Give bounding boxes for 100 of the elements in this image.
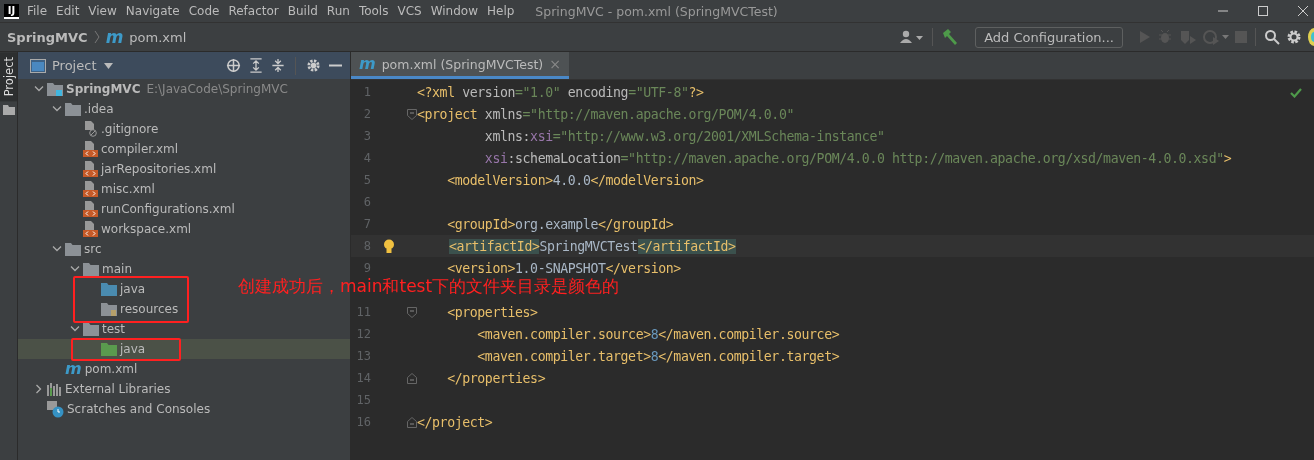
collapse-all-icon[interactable] — [271, 58, 285, 73]
expanded-chevron-icon[interactable] — [69, 266, 80, 272]
fold-icon[interactable] — [407, 108, 417, 120]
tree-item[interactable]: src — [18, 239, 106, 259]
menu-item[interactable]: Help — [487, 4, 515, 18]
xml-file-icon — [83, 161, 98, 177]
tree-item[interactable]: .gitignore — [18, 119, 163, 139]
tree-item[interactable]: resources — [18, 299, 183, 319]
tree-item[interactable]: runConfigurations.xml — [18, 199, 239, 219]
tree-item[interactable]: jarRepositories.xml — [18, 159, 221, 179]
tree-item-label: SpringMVC — [66, 82, 141, 96]
tree-item[interactable]: Scratches and Consoles — [18, 399, 215, 419]
folder-icon — [101, 302, 117, 316]
folder-icon[interactable] — [2, 105, 15, 116]
check-icon — [1290, 88, 1302, 98]
caret-icon[interactable] — [104, 62, 114, 69]
project-tool-tab[interactable]: Project — [0, 52, 17, 102]
code-line: </properties> — [446, 370, 546, 386]
line-number: 1 — [363, 85, 371, 99]
tree-item[interactable]: java — [18, 339, 350, 359]
tree-item-label: test — [102, 322, 126, 336]
menu-item[interactable]: File — [27, 4, 48, 18]
menu-item[interactable]: View — [88, 4, 117, 18]
code-line: <modelVersion>4.0.0</modelVersion> — [446, 172, 704, 188]
settings-icon[interactable] — [306, 58, 321, 73]
line-number: 5 — [363, 173, 371, 187]
line-number: 11 — [356, 305, 371, 319]
tree-item-label: main — [102, 262, 132, 276]
line-number: 7 — [363, 217, 371, 231]
hammer-icon[interactable] — [941, 28, 960, 46]
tree-item-label: misc.xml — [101, 182, 155, 196]
profile-icon[interactable] — [1203, 29, 1229, 45]
lightbulb-icon[interactable] — [383, 238, 395, 254]
tree-item[interactable]: test — [18, 319, 130, 339]
menu-item[interactable]: VCS — [397, 4, 422, 18]
menu-item[interactable]: Tools — [358, 4, 389, 18]
add-configuration-button[interactable]: Add Configuration... — [975, 26, 1123, 48]
fold-icon[interactable] — [407, 416, 417, 428]
chevron-icon — [93, 30, 100, 44]
code-line: <properties> — [446, 304, 538, 320]
settings-icon[interactable] — [1286, 29, 1302, 45]
menu-item[interactable]: Refactor — [228, 4, 279, 18]
search-icon[interactable] — [1264, 29, 1280, 45]
line-number: 12 — [356, 327, 371, 341]
locate-icon[interactable] — [226, 58, 241, 73]
tree-item[interactable]: compiler.xml — [18, 139, 183, 159]
breadcrumb[interactable]: SpringMVC — [7, 29, 88, 45]
panel-title[interactable]: Project — [52, 58, 97, 73]
tree-item[interactable]: External Libraries — [18, 379, 175, 399]
close-icon[interactable] — [1297, 5, 1309, 17]
line-number: 13 — [356, 349, 371, 363]
maximize-icon[interactable] — [1257, 5, 1269, 17]
tree-item[interactable]: main — [18, 259, 136, 279]
xml-file-icon — [83, 201, 98, 217]
tree-item-label: runConfigurations.xml — [101, 202, 235, 216]
editor-tab[interactable]: m pom.xml (SpringMVCTest) × — [351, 52, 569, 79]
user-icon[interactable] — [900, 30, 925, 44]
xml-file-icon — [83, 181, 98, 197]
maven-icon: m — [105, 28, 124, 46]
expand-all-icon[interactable] — [249, 58, 263, 73]
tree-item-label: java — [120, 342, 146, 356]
tree-item[interactable]: SpringMVC E:\JavaCode\SpringMVC — [18, 79, 292, 99]
tree-item[interactable]: workspace.xml — [18, 219, 196, 239]
menu-item[interactable]: Navigate — [125, 4, 180, 18]
breadcrumb[interactable]: pom.xml — [129, 29, 187, 45]
code-line: <groupId>org.example</groupId> — [446, 216, 674, 232]
tree-item[interactable]: misc.xml — [18, 179, 159, 199]
fold-icon[interactable] — [407, 306, 417, 318]
menu-item[interactable]: Code — [188, 4, 220, 18]
xml-file-icon — [83, 141, 98, 157]
line-number: 15 — [356, 393, 371, 407]
tree-item-label: External Libraries — [65, 382, 171, 396]
folder-icon — [65, 242, 81, 256]
module-folder-icon — [47, 82, 63, 96]
menu-item[interactable]: Build — [287, 4, 318, 18]
tree-item-label: workspace.xml — [101, 222, 192, 236]
code-line: <maven.compiler.target>8</maven.compiler.target> — [476, 348, 840, 364]
tree-item-label: compiler.xml — [101, 142, 179, 156]
tree-item[interactable]: java — [18, 279, 150, 299]
menu-item[interactable]: Edit — [56, 4, 80, 18]
tree-item-label: Scratches and Consoles — [67, 402, 211, 416]
code-line: xmlns:xsi="http://www.w3.org/2001/XMLSchema-instance" — [483, 128, 885, 144]
menu-item[interactable]: Window — [430, 4, 478, 18]
expanded-chevron-icon[interactable] — [33, 86, 44, 92]
menu-item[interactable]: Run — [326, 4, 350, 18]
tree-item[interactable]: .idea — [18, 99, 118, 119]
expanded-chevron-icon[interactable] — [51, 246, 62, 252]
folder-icon — [83, 262, 99, 276]
tree-item[interactable]: m pom.xml — [18, 359, 142, 379]
code-line: </project> — [417, 414, 493, 430]
fold-icon[interactable] — [407, 372, 417, 384]
expanded-chevron-icon[interactable] — [51, 106, 62, 112]
collapsed-chevron-icon[interactable] — [35, 384, 42, 394]
plugin-logo-icon[interactable] — [1308, 28, 1314, 46]
scratches-icon — [47, 400, 64, 418]
path-label: E:\JavaCode\SpringMVC — [146, 82, 288, 96]
line-number: 3 — [363, 129, 371, 143]
expanded-chevron-icon[interactable] — [69, 326, 80, 332]
code-line: <project xmlns="http://maven.apache.org/POM/4.0.0" — [417, 106, 794, 122]
tree-item-label: java — [120, 282, 146, 296]
